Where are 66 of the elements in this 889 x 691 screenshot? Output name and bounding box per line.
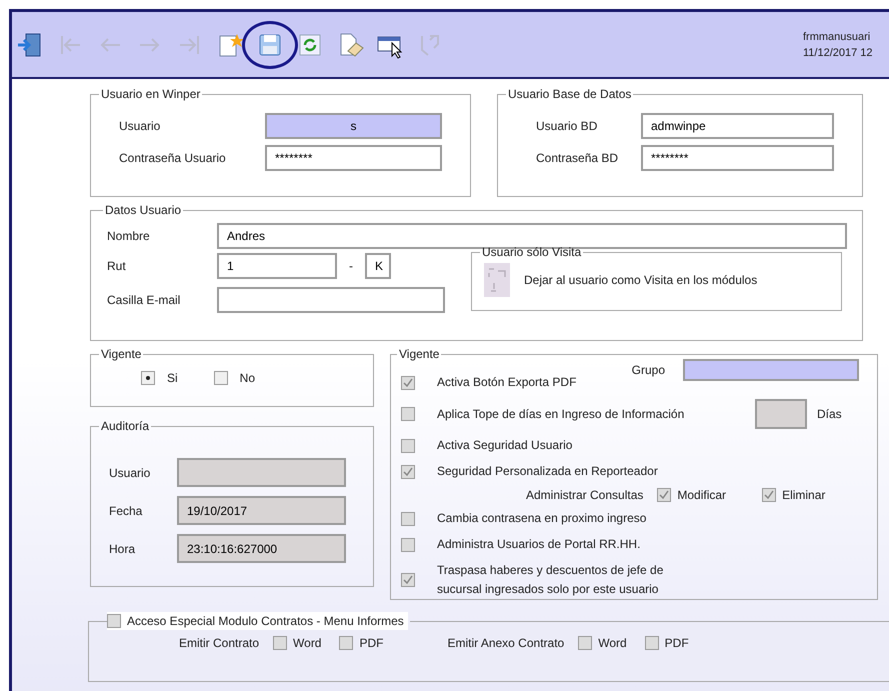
field-label: Administrar Consultas bbox=[526, 487, 644, 504]
checkbox[interactable] bbox=[401, 376, 415, 390]
checkbox[interactable] bbox=[644, 636, 659, 650]
field-label: Seguridad Personalizada en Reporteador bbox=[437, 463, 658, 480]
field-label: Traspasa haberes y descuentos de jefe de sucursal ingresados solo por este usuario bbox=[437, 562, 664, 598]
group-title: Vigente bbox=[399, 347, 440, 361]
field-label: Administra Usuarios de Portal RR.HH. bbox=[437, 536, 640, 553]
checkbox[interactable] bbox=[401, 512, 415, 526]
field-label: Activa Seguridad Usuario bbox=[437, 437, 572, 454]
input-field[interactable] bbox=[217, 287, 445, 313]
field-label: Emitir Anexo Contrato bbox=[447, 635, 564, 652]
group-title: Usuario Base de Datos bbox=[508, 87, 632, 101]
field-label: Contraseña Usuario bbox=[119, 150, 227, 167]
checkbox[interactable] bbox=[401, 573, 415, 587]
field-label: Casilla E-mail bbox=[107, 292, 182, 309]
checkbox[interactable] bbox=[401, 407, 415, 421]
field-label: No bbox=[240, 370, 256, 387]
field-label: Activa Botón Exporta PDF bbox=[437, 374, 576, 391]
field-label: Cambia contrasena en proximo ingreso bbox=[437, 510, 646, 527]
input-field[interactable]: ******** bbox=[265, 145, 442, 171]
field-label: Rut bbox=[107, 258, 127, 275]
group-title: Auditoría bbox=[101, 419, 150, 433]
field-label: Usuario bbox=[109, 464, 152, 482]
input-field[interactable] bbox=[683, 359, 859, 381]
checkbox[interactable] bbox=[107, 614, 121, 628]
checkbox[interactable] bbox=[339, 636, 354, 650]
field-label: Grupo bbox=[632, 362, 665, 379]
input-field[interactable]: ******** bbox=[641, 145, 834, 171]
field-label: Modificar bbox=[677, 487, 726, 504]
field-label: Nombre bbox=[107, 228, 151, 245]
checkbox[interactable] bbox=[401, 438, 415, 452]
field-label: PDF bbox=[664, 635, 689, 652]
input-field[interactable]: s bbox=[265, 113, 442, 139]
field-label: Contraseña BD bbox=[536, 150, 620, 167]
radio-button[interactable] bbox=[141, 371, 155, 385]
field-label: Word bbox=[598, 635, 627, 652]
input-field[interactable]: K bbox=[365, 253, 391, 279]
date-time: 11/12/2017 12 bbox=[803, 46, 874, 60]
field-label: Usuario BD bbox=[536, 118, 598, 135]
checkbox[interactable] bbox=[657, 488, 672, 502]
checkbox[interactable] bbox=[401, 464, 415, 478]
checkbox[interactable] bbox=[401, 538, 415, 552]
checkbox[interactable] bbox=[762, 488, 776, 502]
visita-text: Dejar al usuario como Visita en los módulos bbox=[524, 272, 758, 289]
checkbox[interactable] bbox=[273, 636, 288, 650]
group-title: Vigente bbox=[101, 347, 142, 361]
group-title: Acceso Especial Modulo Contratos - Menu Informes bbox=[127, 613, 404, 630]
field-label: Eliminar bbox=[782, 487, 826, 504]
field-label: Aplica Tope de días en Ingreso de Información bbox=[437, 406, 686, 423]
input-field[interactable] bbox=[755, 399, 807, 429]
field-label: Días bbox=[817, 406, 842, 423]
field-label: Fecha bbox=[109, 502, 144, 520]
group-title: Usuario en Winper bbox=[101, 87, 200, 101]
group-title: Datos Usuario bbox=[105, 203, 182, 217]
field-label: - bbox=[348, 258, 354, 275]
field-label: Si bbox=[167, 370, 178, 387]
form-name: frmmanusuari bbox=[803, 30, 872, 44]
field-label: PDF bbox=[359, 635, 384, 652]
field-label: Word bbox=[293, 635, 322, 652]
input-field[interactable]: admwinpe bbox=[641, 113, 834, 139]
radio-button[interactable] bbox=[214, 371, 228, 385]
field-label: Emitir Contrato bbox=[179, 635, 260, 652]
input-field[interactable]: 1 bbox=[217, 253, 337, 279]
field-label: Hora bbox=[109, 540, 136, 558]
field-label: Usuario bbox=[119, 118, 162, 135]
checkbox[interactable] bbox=[578, 636, 592, 650]
